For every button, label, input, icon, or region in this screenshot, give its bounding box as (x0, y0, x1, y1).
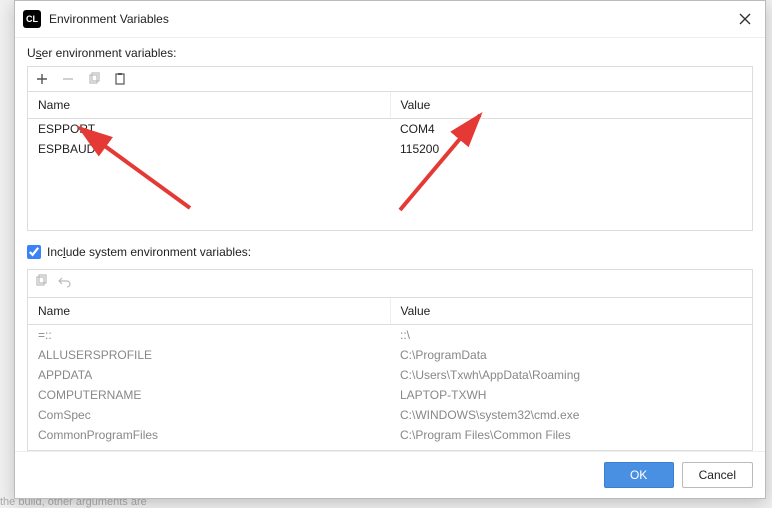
add-button[interactable] (34, 71, 50, 87)
table-row[interactable]: CommonProgramFilesC:\Program Files\Commo… (28, 425, 752, 445)
table-row[interactable]: APPDATAC:\Users\Txwh\AppData\Roaming (28, 365, 752, 385)
cell-value: C:\Program Files (x86)\Common Files (390, 445, 752, 451)
ok-button[interactable]: OK (604, 462, 674, 488)
close-icon (738, 12, 752, 26)
cell-name: CommonProgramFiles(x86) (28, 445, 390, 451)
table-row[interactable]: ESPPORTCOM4 (28, 119, 752, 139)
user-vars-label: User environment variables: (27, 46, 753, 60)
include-sys-label[interactable]: Include system environment variables: (47, 245, 251, 259)
cell-name[interactable]: ESPBAUD (28, 139, 390, 159)
include-sys-row: Include system environment variables: (27, 245, 753, 259)
dialog-body: User environment variables: Name Value E… (15, 38, 765, 451)
cell-name[interactable]: ESPPORT (28, 119, 390, 139)
paste-button[interactable] (112, 71, 128, 87)
cell-value: C:\Program Files\Common Files (390, 425, 752, 445)
sys-table-body[interactable]: =::::\ALLUSERSPROFILEC:\ProgramDataAPPDA… (28, 325, 752, 451)
app-icon: CL (23, 10, 41, 28)
cell-name: =:: (28, 325, 390, 345)
copy-icon (34, 274, 48, 288)
titlebar: CL Environment Variables (15, 1, 765, 38)
plus-icon (35, 72, 49, 86)
sys-vars-table: Name Value =::::\ALLUSERSPROFILEC:\Progr… (27, 297, 753, 451)
cell-value: C:\ProgramData (390, 345, 752, 365)
cancel-button[interactable]: Cancel (682, 462, 753, 488)
cell-value: C:\WINDOWS\system32\cmd.exe (390, 405, 752, 425)
copy-icon (87, 72, 101, 86)
cell-value: C:\Users\Txwh\AppData\Roaming (390, 365, 752, 385)
sys-col-name-header[interactable]: Name (28, 298, 391, 324)
user-table-body[interactable]: ESPPORTCOM4ESPBAUD115200 (28, 119, 752, 159)
table-row[interactable]: ALLUSERSPROFILEC:\ProgramData (28, 345, 752, 365)
cell-name: CommonProgramFiles (28, 425, 390, 445)
user-vars-toolbar (27, 66, 753, 91)
cell-name: ALLUSERSPROFILE (28, 345, 390, 365)
cell-value: LAPTOP-TXWH (390, 385, 752, 405)
table-row[interactable]: =::::\ (28, 325, 752, 345)
sys-copy-button[interactable] (34, 274, 48, 293)
table-row[interactable]: CommonProgramFiles(x86)C:\Program Files … (28, 445, 752, 451)
close-button[interactable] (733, 7, 757, 31)
cell-value: ::\ (390, 325, 752, 345)
include-sys-checkbox[interactable] (27, 245, 41, 259)
env-vars-dialog: CL Environment Variables User environmen… (14, 0, 766, 499)
copy-button[interactable] (86, 71, 102, 87)
table-row[interactable]: ComSpecC:\WINDOWS\system32\cmd.exe (28, 405, 752, 425)
table-row[interactable]: ESPBAUD115200 (28, 139, 752, 159)
dialog-title: Environment Variables (49, 12, 733, 26)
cell-value[interactable]: COM4 (390, 119, 752, 139)
sys-table-header: Name Value (28, 298, 752, 325)
undo-icon (58, 274, 72, 288)
cell-name: APPDATA (28, 365, 390, 385)
col-value-header[interactable]: Value (391, 92, 753, 118)
paste-icon (113, 72, 127, 86)
sys-revert-button[interactable] (58, 274, 72, 293)
sys-vars-toolbar (27, 269, 753, 297)
dialog-footer: OK Cancel (15, 451, 765, 498)
cell-name: COMPUTERNAME (28, 385, 390, 405)
user-vars-table: Name Value ESPPORTCOM4ESPBAUD115200 (27, 91, 753, 231)
minus-icon (61, 72, 75, 86)
table-row[interactable]: COMPUTERNAMELAPTOP-TXWH (28, 385, 752, 405)
sys-col-value-header[interactable]: Value (391, 298, 753, 324)
cell-name: ComSpec (28, 405, 390, 425)
cell-value[interactable]: 115200 (390, 139, 752, 159)
user-table-header: Name Value (28, 92, 752, 119)
remove-button[interactable] (60, 71, 76, 87)
col-name-header[interactable]: Name (28, 92, 391, 118)
